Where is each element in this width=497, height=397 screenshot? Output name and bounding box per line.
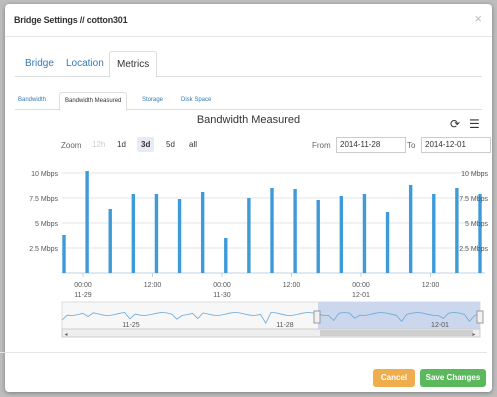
bar[interactable] <box>177 199 182 273</box>
bar[interactable] <box>62 235 66 273</box>
x-tick-date: 11-30 <box>213 292 230 299</box>
x-tick-time: 00:00 <box>74 282 92 289</box>
scroll-right-icon[interactable]: ▸ <box>473 332 476 338</box>
y-tick-label-right: 2.5 Mbps <box>459 246 488 253</box>
navigator-date-label: 12-01 <box>431 322 449 329</box>
navigator-date-label: 11-25 <box>122 322 139 329</box>
bar[interactable] <box>270 188 274 273</box>
bar[interactable] <box>85 171 89 273</box>
bar[interactable] <box>131 194 136 273</box>
x-tick-time: 00:00 <box>352 282 370 289</box>
x-tick-date: 12-01 <box>352 292 370 299</box>
y-tick-label-left: 10 Mbps <box>31 171 58 178</box>
navigator-date-label: 11-28 <box>276 322 293 329</box>
bar[interactable] <box>247 198 251 273</box>
bar[interactable] <box>432 194 436 273</box>
bar[interactable] <box>385 212 390 273</box>
y-tick-label-right: 7.5 Mbps <box>459 196 488 203</box>
x-tick-time: 12:00 <box>283 282 301 289</box>
x-tick-time: 00:00 <box>213 282 231 289</box>
bar[interactable] <box>200 192 205 273</box>
navigator-right-handle[interactable] <box>476 310 484 324</box>
scroll-left-icon[interactable]: ◂ <box>65 332 68 338</box>
bar[interactable] <box>408 185 413 273</box>
bar[interactable] <box>293 189 297 273</box>
bar[interactable] <box>339 196 344 273</box>
y-tick-label-left: 7.5 Mbps <box>29 196 58 203</box>
x-tick-date: 11-29 <box>74 292 91 299</box>
save-changes-button[interactable]: Save Changes <box>420 369 486 387</box>
bar[interactable] <box>316 200 320 273</box>
bar[interactable] <box>455 188 459 273</box>
bar[interactable] <box>108 209 112 273</box>
cancel-button[interactable]: Cancel <box>373 369 415 387</box>
y-tick-label-right: 5 Mbps <box>465 221 488 228</box>
x-tick-time: 12:00 <box>422 282 440 289</box>
navigator-scrollbar-thumb[interactable] <box>320 330 473 336</box>
bar[interactable] <box>154 194 159 273</box>
y-tick-label-right: 10 Mbps <box>461 171 488 178</box>
x-tick-time: 12:00 <box>144 282 162 289</box>
y-tick-label-left: 5 Mbps <box>35 221 58 228</box>
bar[interactable] <box>478 194 482 273</box>
bar[interactable] <box>362 194 367 273</box>
y-tick-label-left: 2.5 Mbps <box>29 246 58 253</box>
bar[interactable] <box>224 238 228 273</box>
bandwidth-chart: 10 Mbps 7.5 Mbps 5 Mbps 2.5 Mbps 10 Mbps 7.5… <box>29 171 488 338</box>
navigator-left-handle[interactable] <box>313 310 321 324</box>
